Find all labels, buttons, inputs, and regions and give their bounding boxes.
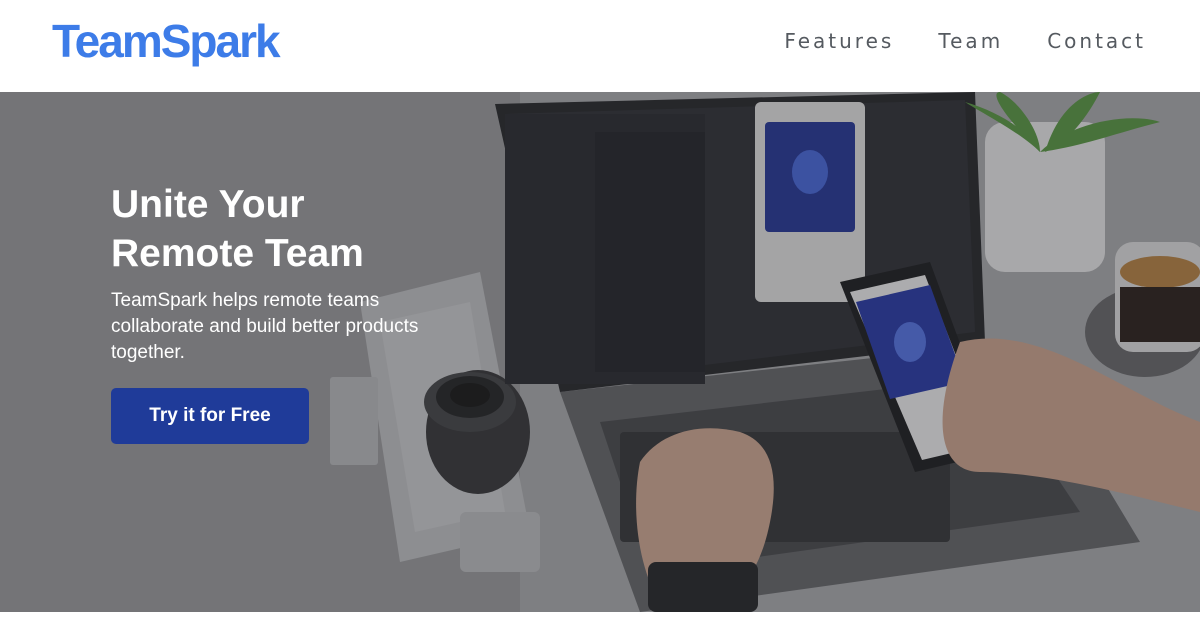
- try-free-button[interactable]: Try it for Free: [111, 388, 309, 444]
- nav-link-features[interactable]: Features: [784, 28, 894, 54]
- hero-section: Unite Your Remote Team TeamSpark helps r…: [0, 92, 1200, 612]
- hero-description: TeamSpark helps remote teams collaborate…: [111, 290, 419, 363]
- main-nav: Features Team Contact: [784, 28, 1146, 54]
- hero-title-line-2: Remote Team: [111, 232, 364, 275]
- nav-link-contact[interactable]: Contact: [1047, 28, 1146, 54]
- hero-content: Unite Your Remote Team TeamSpark helps r…: [111, 180, 471, 366]
- page-bottom-strip: [0, 612, 1200, 630]
- nav-link-team[interactable]: Team: [938, 28, 1003, 54]
- hero-title: Unite Your Remote Team: [111, 180, 471, 278]
- hero-title-line-1: Unite Your: [111, 183, 305, 226]
- brand-logo[interactable]: TeamSpark: [52, 12, 281, 70]
- site-header: TeamSpark Features Team Contact: [0, 0, 1200, 92]
